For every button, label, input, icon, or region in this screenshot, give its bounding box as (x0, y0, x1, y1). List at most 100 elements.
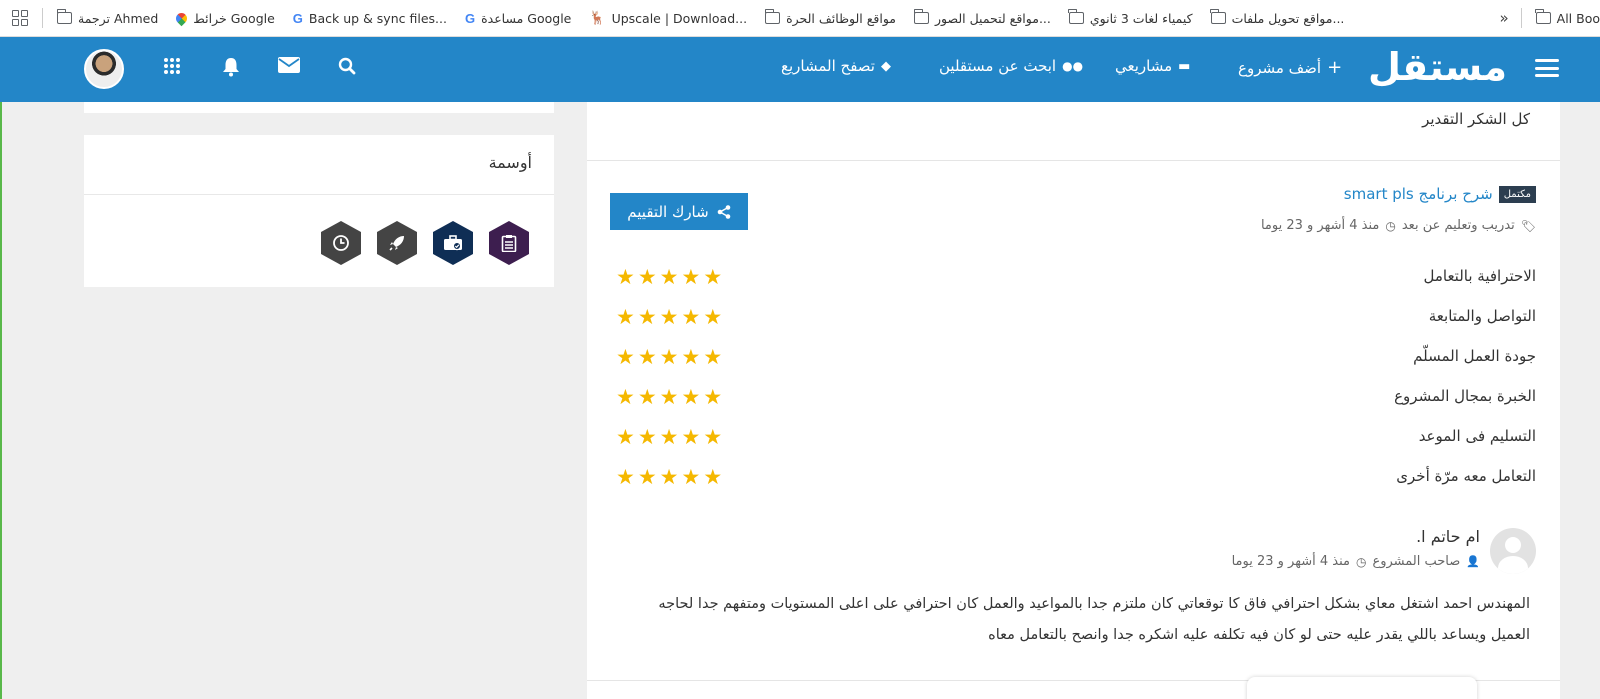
rating-stars: ★ ★ ★ ★ ★ (616, 425, 722, 449)
star-icon: ★ (703, 465, 723, 489)
rating-label: التعامل معه مرّة أخرى (1396, 467, 1536, 485)
project-meta: 🏷 تدريب وتعليم عن بعد ◷ منذ 4 أشهر و 23 … (1261, 218, 1536, 233)
rating-label: التواصل والمتابعة (1428, 307, 1536, 325)
badges-header: أوسمة (84, 135, 554, 195)
folder-icon (1535, 9, 1551, 24)
bookmark-item[interactable]: G Back up & sync files... (293, 11, 447, 26)
star-icon: ★ (703, 265, 723, 289)
nav-my-projects[interactable]: ▬ مشاريعي (1115, 57, 1190, 75)
star-icon: ★ (616, 265, 635, 289)
nav-browse-projects[interactable]: ◆ تصفح المشاريع (781, 57, 891, 75)
project-heading: مكتمل شرح برنامج smart pls (1344, 185, 1536, 203)
folder-icon (1068, 9, 1084, 24)
star-icon: ★ (681, 425, 701, 449)
star-icon: ★ (703, 345, 723, 369)
rating-row: التسليم فى الموعد ★ ★ ★ ★ ★ (616, 425, 1536, 449)
review-text: المهندس احمد اشتغل معاي بشكل احترافي فاق… (658, 596, 1530, 643)
star-icon: ★ (681, 265, 701, 289)
bookmarks-overflow-button[interactable]: » (1499, 9, 1508, 27)
bookmark-item[interactable]: مواقع تحويل ملفات... (1210, 9, 1344, 26)
bookmark-item[interactable]: G مساعدة Google (465, 11, 571, 26)
bookmark-item[interactable]: مواقع لتحميل الصور... (913, 9, 1051, 26)
nav-add-project[interactable]: + أضف مشروع (1238, 57, 1342, 78)
star-icon: ★ (616, 465, 635, 489)
reviewer-time: منذ 4 أشهر و 23 يوما (1231, 554, 1350, 569)
star-icon: ★ (659, 465, 679, 489)
rating-stars: ★ ★ ★ ★ ★ (616, 385, 722, 409)
bookmark-item[interactable]: 🦌 Upscale | Download... (589, 11, 747, 26)
star-icon: ★ (637, 425, 657, 449)
mail-icon[interactable] (278, 57, 300, 78)
bookmark-item[interactable]: خرائط Google (174, 10, 275, 26)
plus-icon: + (1327, 57, 1343, 78)
clipboard-icon[interactable] (489, 221, 529, 265)
star-icon: ★ (616, 425, 635, 449)
star-icon: ★ (637, 385, 657, 409)
user-avatar[interactable] (84, 49, 124, 89)
all-bookmarks[interactable]: All Boo (1535, 9, 1600, 26)
clock-icon: ◷ (1385, 218, 1396, 233)
rating-row: الخبرة بمجال المشروع ★ ★ ★ ★ ★ (616, 385, 1536, 409)
bookmark-item[interactable]: ترجمة Ahmed (56, 9, 158, 26)
project-title-link[interactable]: شرح برنامج smart pls (1344, 185, 1493, 203)
star-icon: ★ (659, 425, 679, 449)
star-icon: ★ (616, 345, 635, 369)
previous-review-text: كل الشكر التقدير (1422, 110, 1530, 128)
clock-icon: ◷ (1355, 554, 1367, 569)
bookmarks-divider (1520, 8, 1522, 28)
users-icon: ●● (1062, 59, 1084, 73)
star-icon: ★ (616, 385, 635, 409)
bookmarks-bar: ترجمة Ahmed خرائط Google G Back up & sync… (0, 0, 1600, 37)
upscale-icon: 🦌 (589, 10, 606, 26)
briefcase-check-icon[interactable] (433, 221, 473, 265)
star-icon: ★ (637, 465, 657, 489)
site-logo[interactable]: مستقل (1368, 45, 1508, 89)
window-edge (0, 37, 2, 699)
nav-find-freelancers[interactable]: ●● ابحث عن مستقلين (939, 57, 1083, 75)
star-icon: ★ (681, 465, 701, 489)
rating-stars: ★ ★ ★ ★ ★ (616, 345, 722, 369)
rating-label: التسليم فى الموعد (1418, 427, 1536, 445)
project-category[interactable]: تدريب وتعليم عن بعد (1402, 218, 1515, 233)
floating-toolbar[interactable] (1247, 677, 1477, 699)
badges-title: أوسمة (488, 153, 532, 172)
bookmarks-divider (42, 8, 43, 28)
rocket-icon[interactable] (377, 221, 417, 265)
share-icon (717, 204, 731, 219)
share-rating-button[interactable]: شارك التقييم (610, 193, 748, 230)
cubes-icon: ◆ (880, 58, 891, 74)
review-card: كل الشكر التقدير مكتمل شرح برنامج smart … (587, 102, 1560, 699)
rating-row: جودة العمل المسلّم ★ ★ ★ ★ ★ (616, 345, 1536, 369)
star-icon: ★ (659, 265, 679, 289)
star-icon: ★ (703, 305, 723, 329)
star-icon: ★ (681, 305, 701, 329)
google-icon: G (292, 10, 303, 26)
rating-label: جودة العمل المسلّم (1413, 347, 1536, 365)
reviewer-avatar[interactable] (1490, 528, 1536, 574)
star-icon: ★ (703, 385, 723, 409)
tags-icon: 🏷 (1520, 218, 1536, 233)
sidebar-card-top (84, 102, 554, 113)
reviewer-name[interactable]: ام حاتم ا. (1416, 527, 1480, 546)
menu-icon[interactable] (1535, 59, 1559, 77)
bell-icon[interactable] (222, 57, 240, 82)
search-icon[interactable] (338, 57, 356, 80)
rating-label: الخبرة بمجال المشروع (1394, 387, 1536, 405)
google-icon: G (464, 10, 476, 26)
user-icon: 👤 (1466, 555, 1480, 568)
star-icon: ★ (681, 345, 701, 369)
star-icon: ★ (637, 345, 657, 369)
bookmark-item[interactable]: مواقع الوظائف الحرة (764, 9, 896, 26)
badges-card: أوسمة (84, 135, 554, 287)
star-icon: ★ (703, 425, 723, 449)
apps-grid-icon[interactable] (163, 57, 181, 80)
apps-grid-icon[interactable] (12, 10, 28, 26)
folder-open-icon: ▬ (1178, 58, 1191, 74)
bookmark-item[interactable]: كيمياء لغات 3 ثانوي (1068, 9, 1193, 26)
star-icon: ★ (637, 305, 657, 329)
status-badge: مكتمل (1498, 185, 1536, 203)
folder-icon (764, 9, 781, 24)
folder-icon (56, 9, 72, 24)
star-icon: ★ (616, 305, 635, 329)
clock-icon[interactable] (321, 221, 361, 265)
